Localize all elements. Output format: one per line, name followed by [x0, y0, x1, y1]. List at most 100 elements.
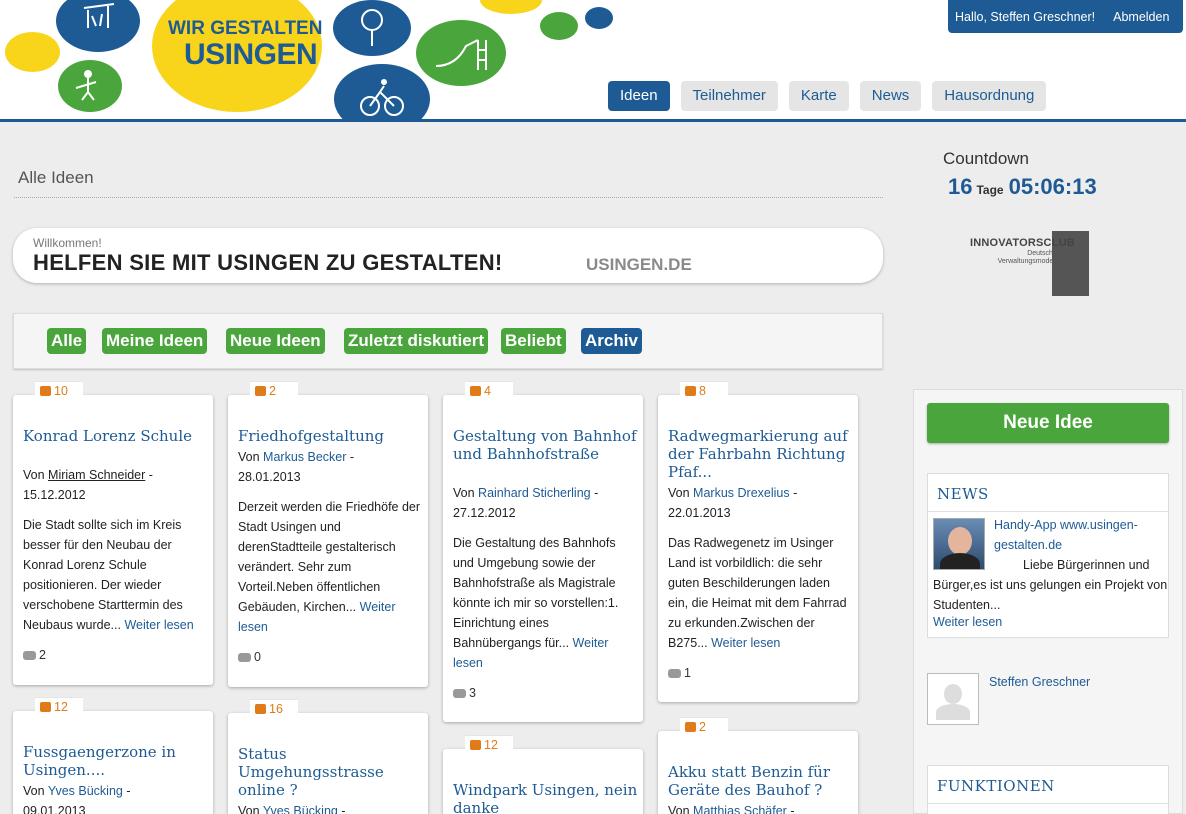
- bicycle-bubble-icon: [334, 64, 430, 120]
- thumbs-up-icon: [255, 386, 266, 396]
- by-label: Von: [668, 486, 690, 500]
- idea-meta: Von Rainhard Sticherling -27.12.2012: [453, 486, 599, 520]
- by-label: Von: [668, 804, 690, 814]
- idea-title[interactable]: Konrad Lorenz Schule: [23, 427, 208, 445]
- nav-tab-karte[interactable]: Karte: [788, 81, 849, 111]
- author-link[interactable]: Rainhard Sticherling: [478, 486, 591, 500]
- idea-excerpt: Derzeit werden die Friedhöfe der Stadt U…: [238, 497, 423, 637]
- idea-title[interactable]: Status Umgehungsstrasse online ?: [238, 745, 423, 799]
- idea-meta: Von Miriam Schneider -15.12.2012: [23, 468, 153, 502]
- idea-card[interactable]: 12 Fussgaengerzone in Usingen.... Von Yv…: [13, 697, 213, 814]
- user-profile-link[interactable]: Steffen Greschner: [989, 675, 1090, 689]
- bubble-decoration: [5, 32, 60, 72]
- idea-date: 22.01.2013: [668, 506, 731, 520]
- idea-meta: Von Matthias Schäfer -: [668, 801, 853, 814]
- idea-card[interactable]: 2 Akku statt Benzin für Geräte des Bauho…: [658, 717, 858, 814]
- welcome-domain: USINGEN.DE: [586, 255, 692, 274]
- idea-card[interactable]: 8 Radwegmarkierung auf der Fahrbahn Rich…: [658, 381, 858, 702]
- filter-neue-ideen-button[interactable]: Neue Ideen: [226, 328, 325, 354]
- vote-count[interactable]: 10: [35, 381, 83, 399]
- idea-card[interactable]: 2 Friedhofgestaltung Von Markus Becker -…: [228, 381, 428, 687]
- logout-link[interactable]: Abmelden: [1113, 10, 1169, 24]
- news-headline-link[interactable]: Handy-App www.usingen-gestalten.de: [994, 515, 1166, 555]
- nav-tab-hausordnung[interactable]: Hausordnung: [932, 81, 1047, 111]
- user-avatar-icon[interactable]: [927, 673, 979, 725]
- author-link[interactable]: Miriam Schneider: [48, 468, 145, 482]
- comment-count[interactable]: 0: [238, 650, 261, 664]
- countdown-days: 16: [948, 174, 973, 199]
- nav-tab-news[interactable]: News: [859, 81, 922, 111]
- by-label: Von: [23, 784, 45, 798]
- vote-count[interactable]: 2: [250, 381, 298, 399]
- idea-card[interactable]: 4 Gestaltung von Bahnhof und Bahnhofstra…: [443, 381, 643, 722]
- vote-value: 2: [699, 720, 706, 734]
- vote-count[interactable]: 12: [35, 697, 83, 715]
- author-link[interactable]: Matthias Schäfer: [693, 804, 787, 814]
- news-excerpt: Liebe Bürgerinnen und Bürger,es ist uns …: [933, 558, 1168, 612]
- read-more-link[interactable]: Weiter lesen: [711, 636, 780, 650]
- idea-title[interactable]: Akku statt Benzin für Geräte des Bauhof …: [668, 763, 853, 799]
- site-logo[interactable]: WIR GESTALTEN USINGEN: [0, 0, 620, 120]
- idea-title[interactable]: Radwegmarkierung auf der Fahrbahn Richtu…: [668, 427, 853, 481]
- vote-count[interactable]: 8: [680, 381, 728, 399]
- filter-archiv-button[interactable]: Archiv: [581, 328, 642, 354]
- author-link[interactable]: Yves Bücking: [263, 804, 338, 814]
- partner-logo[interactable]: INNOVATORSCLUB Deutschlandforum Verwaltun…: [946, 231, 1092, 296]
- logo-text-line1: WIR GESTALTEN: [168, 18, 323, 39]
- idea-date: 28.01.2013: [238, 470, 301, 484]
- read-more-link[interactable]: Weiter lesen: [124, 618, 193, 632]
- vote-count[interactable]: 12: [465, 735, 513, 753]
- vote-count[interactable]: 4: [465, 381, 513, 399]
- idea-meta: Von Yves Bücking -09.01.2013: [23, 781, 208, 814]
- excerpt-text: Das Radwegenetz im Usinger Land ist vorb…: [668, 536, 847, 650]
- idea-title[interactable]: Friedhofgestaltung: [238, 427, 423, 445]
- thumbs-up-icon: [685, 722, 696, 732]
- thumbs-up-icon: [255, 704, 266, 714]
- welcome-small-text: Willkommen!: [33, 236, 102, 250]
- news-read-more-link[interactable]: Weiter lesen: [933, 615, 1002, 629]
- vote-value: 4: [484, 384, 491, 398]
- countdown-time: 05:06:13: [1008, 174, 1097, 199]
- excerpt-text: Die Stadt sollte sich im Kreis besser fü…: [23, 518, 183, 632]
- tree-bubble-icon: [333, 0, 411, 56]
- vote-value: 10: [54, 384, 68, 398]
- vote-count[interactable]: 16: [250, 699, 298, 717]
- filter-zuletzt-diskutiert-button[interactable]: Zuletzt diskutiert: [344, 328, 489, 354]
- idea-title[interactable]: Fussgaengerzone in Usingen....: [23, 743, 208, 779]
- welcome-headline: HELFEN SIE MIT USINGEN ZU GESTALTEN!: [33, 250, 503, 275]
- comment-count[interactable]: 1: [668, 666, 691, 680]
- idea-card[interactable]: 12 Windpark Usingen, nein danke: [443, 735, 643, 814]
- welcome-banner: Willkommen! HELFEN SIE MIT USINGEN ZU GE…: [13, 228, 883, 283]
- idea-title[interactable]: Gestaltung von Bahnhof und Bahnhofstraße: [453, 427, 638, 463]
- idea-card[interactable]: 16 Status Umgehungsstrasse online ? Von …: [228, 699, 428, 814]
- idea-card[interactable]: 10 Konrad Lorenz Schule Von Miriam Schne…: [13, 381, 213, 685]
- nav-tab-ideen[interactable]: Ideen: [608, 81, 670, 111]
- idea-title[interactable]: Windpark Usingen, nein danke: [453, 781, 638, 814]
- comment-icon: [668, 669, 681, 678]
- author-link[interactable]: Yves Bücking: [48, 784, 123, 798]
- filter-alle-button[interactable]: Alle: [47, 328, 87, 354]
- vote-count[interactable]: 2: [680, 717, 728, 735]
- idea-meta: Von Yves Bücking -: [238, 801, 423, 814]
- filter-meine-ideen-button[interactable]: Meine Ideen: [102, 328, 208, 354]
- bubble-decoration: [480, 0, 542, 14]
- author-link[interactable]: Markus Drexelius: [693, 486, 790, 500]
- comment-count[interactable]: 2: [23, 648, 46, 662]
- vote-value: 12: [484, 738, 498, 752]
- by-label: Von: [453, 486, 475, 500]
- thumbs-up-icon: [470, 386, 481, 396]
- comment-value: 0: [254, 650, 261, 664]
- filter-beliebt-button[interactable]: Beliebt: [501, 328, 566, 354]
- new-idea-button[interactable]: Neue Idee: [927, 403, 1169, 443]
- vote-value: 8: [699, 384, 706, 398]
- vote-value: 16: [269, 702, 283, 716]
- comment-count[interactable]: 3: [453, 686, 476, 700]
- vote-value: 12: [54, 700, 68, 714]
- comment-icon: [238, 653, 251, 662]
- news-divider: [928, 511, 1168, 512]
- author-link[interactable]: Markus Becker: [263, 450, 346, 464]
- countdown-timer: 16 Tage 05:06:13: [948, 174, 1097, 200]
- page-title: Alle Ideen: [18, 168, 94, 187]
- nav-tab-teilnehmer[interactable]: Teilnehmer: [680, 81, 778, 111]
- idea-excerpt: Die Gestaltung des Bahnhofs und Umgebung…: [453, 533, 638, 673]
